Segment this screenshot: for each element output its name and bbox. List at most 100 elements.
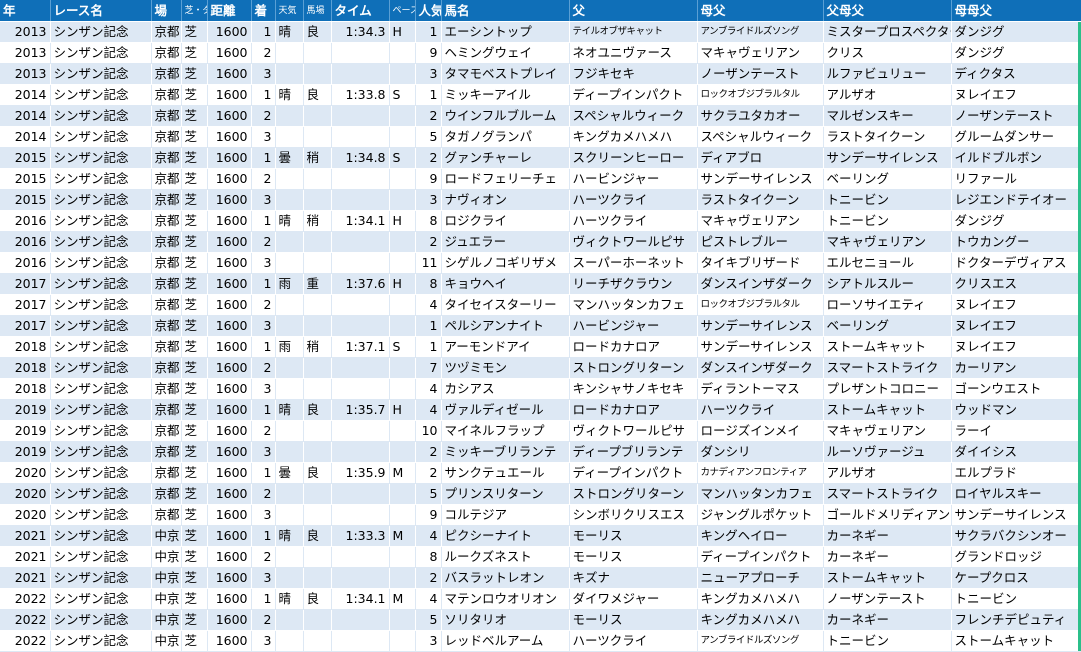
col-header-popularity[interactable]: 人気 [415,0,442,22]
cell-place[interactable]: 2 [251,231,276,253]
cell-sire[interactable]: スクリーンヒーロー [569,147,698,169]
cell-year[interactable]: 2019 [0,399,51,421]
cell-race-name[interactable]: シンザン記念 [50,21,152,43]
cell-horse[interactable]: ヴァルディゼール [441,399,570,421]
cell-venue[interactable]: 京都 [151,189,182,211]
col-header-distance[interactable]: 距離 [207,0,252,22]
cell-dam-sire[interactable]: スペシャルウィーク [697,126,824,148]
cell-weather[interactable] [275,168,304,190]
cell-pace[interactable] [389,357,416,379]
col-header-year[interactable]: 年 [0,0,51,22]
cell-track[interactable] [303,168,332,190]
cell-year[interactable]: 2022 [0,630,51,652]
cell-race-name[interactable]: シンザン記念 [50,294,152,316]
cell-dam-sire[interactable]: ラストタイクーン [697,189,824,211]
cell-year[interactable]: 2020 [0,504,51,526]
cell-dam-sire[interactable]: ダンスインザダーク [697,273,824,295]
cell-track[interactable] [303,294,332,316]
cell-pace[interactable]: H [389,273,416,295]
cell-horse[interactable]: サンクテュエール [441,462,570,484]
cell-weather[interactable]: 雨 [275,336,304,358]
cell-weather[interactable]: 晴 [275,210,304,232]
cell-distance[interactable]: 1600 [207,168,252,190]
cell-dam-dam-sire[interactable]: サクラバクシンオー [951,525,1081,547]
cell-surface[interactable]: 芝 [181,252,208,274]
cell-time[interactable] [331,546,390,568]
cell-surface[interactable]: 芝 [181,630,208,652]
cell-year[interactable]: 2018 [0,378,51,400]
cell-sire-dam-sire[interactable]: ルファビュリュー [823,63,952,85]
cell-surface[interactable]: 芝 [181,588,208,610]
cell-pace[interactable] [389,315,416,337]
cell-dam-sire[interactable]: サンデーサイレンス [697,336,824,358]
cell-race-name[interactable]: シンザン記念 [50,546,152,568]
cell-dam-sire[interactable]: ロージズインメイ [697,420,824,442]
cell-sire-dam-sire[interactable]: サンデーサイレンス [823,147,952,169]
cell-surface[interactable]: 芝 [181,567,208,589]
cell-dam-sire[interactable]: ニューアプローチ [697,567,824,589]
cell-distance[interactable]: 1600 [207,546,252,568]
cell-dam-dam-sire[interactable]: フレンチデピュティ [951,609,1081,631]
cell-popularity[interactable]: 5 [415,609,442,631]
cell-time[interactable] [331,378,390,400]
cell-dam-dam-sire[interactable]: ヌレイエフ [951,315,1081,337]
cell-venue[interactable]: 京都 [151,483,182,505]
cell-dam-sire[interactable]: カナディアンフロンティア [697,462,824,484]
cell-place[interactable]: 1 [251,399,276,421]
cell-venue[interactable]: 京都 [151,357,182,379]
cell-surface[interactable]: 芝 [181,420,208,442]
cell-sire[interactable]: ディープブリランテ [569,441,698,463]
cell-weather[interactable] [275,252,304,274]
cell-time[interactable] [331,105,390,127]
cell-dam-dam-sire[interactable]: レジエンドテイオー [951,189,1081,211]
cell-venue[interactable]: 京都 [151,84,182,106]
cell-sire-dam-sire[interactable]: プレザントコロニー [823,378,952,400]
cell-place[interactable]: 2 [251,546,276,568]
cell-race-name[interactable]: シンザン記念 [50,357,152,379]
cell-pace[interactable]: H [389,399,416,421]
cell-pace[interactable]: H [389,210,416,232]
col-header-pace[interactable]: ペース [389,0,416,22]
cell-horse[interactable]: カシアス [441,378,570,400]
cell-dam-dam-sire[interactable]: グランドロッジ [951,546,1081,568]
cell-sire-dam-sire[interactable]: トニービン [823,189,952,211]
cell-dam-sire[interactable]: ディラントーマス [697,378,824,400]
cell-venue[interactable]: 京都 [151,462,182,484]
cell-dam-dam-sire[interactable]: ラーイ [951,420,1081,442]
cell-surface[interactable]: 芝 [181,168,208,190]
cell-horse[interactable]: ウインフルブルーム [441,105,570,127]
cell-venue[interactable]: 京都 [151,420,182,442]
cell-sire[interactable]: シンボリクリスエス [569,504,698,526]
cell-dam-dam-sire[interactable]: ケープクロス [951,567,1081,589]
cell-race-name[interactable]: シンザン記念 [50,378,152,400]
cell-track[interactable] [303,546,332,568]
cell-place[interactable]: 3 [251,441,276,463]
cell-race-name[interactable]: シンザン記念 [50,399,152,421]
cell-horse[interactable]: ピクシーナイト [441,525,570,547]
cell-popularity[interactable]: 4 [415,378,442,400]
cell-race-name[interactable]: シンザン記念 [50,105,152,127]
cell-year[interactable]: 2014 [0,126,51,148]
cell-sire-dam-sire[interactable]: ゴールドメリディアン [823,504,952,526]
cell-popularity[interactable]: 9 [415,42,442,64]
cell-surface[interactable]: 芝 [181,483,208,505]
cell-pace[interactable]: S [389,336,416,358]
col-header-horse[interactable]: 馬名 [441,0,570,22]
cell-year[interactable]: 2014 [0,84,51,106]
cell-horse[interactable]: ジュエラー [441,231,570,253]
cell-popularity[interactable]: 4 [415,588,442,610]
cell-race-name[interactable]: シンザン記念 [50,189,152,211]
cell-time[interactable]: 1:34.1 [331,588,390,610]
cell-distance[interactable]: 1600 [207,588,252,610]
cell-track[interactable] [303,231,332,253]
cell-weather[interactable] [275,63,304,85]
cell-dam-dam-sire[interactable]: ダイイシス [951,441,1081,463]
cell-dam-dam-sire[interactable]: カーリアン [951,357,1081,379]
cell-distance[interactable]: 1600 [207,273,252,295]
cell-time[interactable]: 1:33.8 [331,84,390,106]
cell-pace[interactable] [389,294,416,316]
cell-distance[interactable]: 1600 [207,126,252,148]
cell-place[interactable]: 3 [251,630,276,652]
cell-track[interactable]: 重 [303,273,332,295]
cell-popularity[interactable]: 5 [415,483,442,505]
